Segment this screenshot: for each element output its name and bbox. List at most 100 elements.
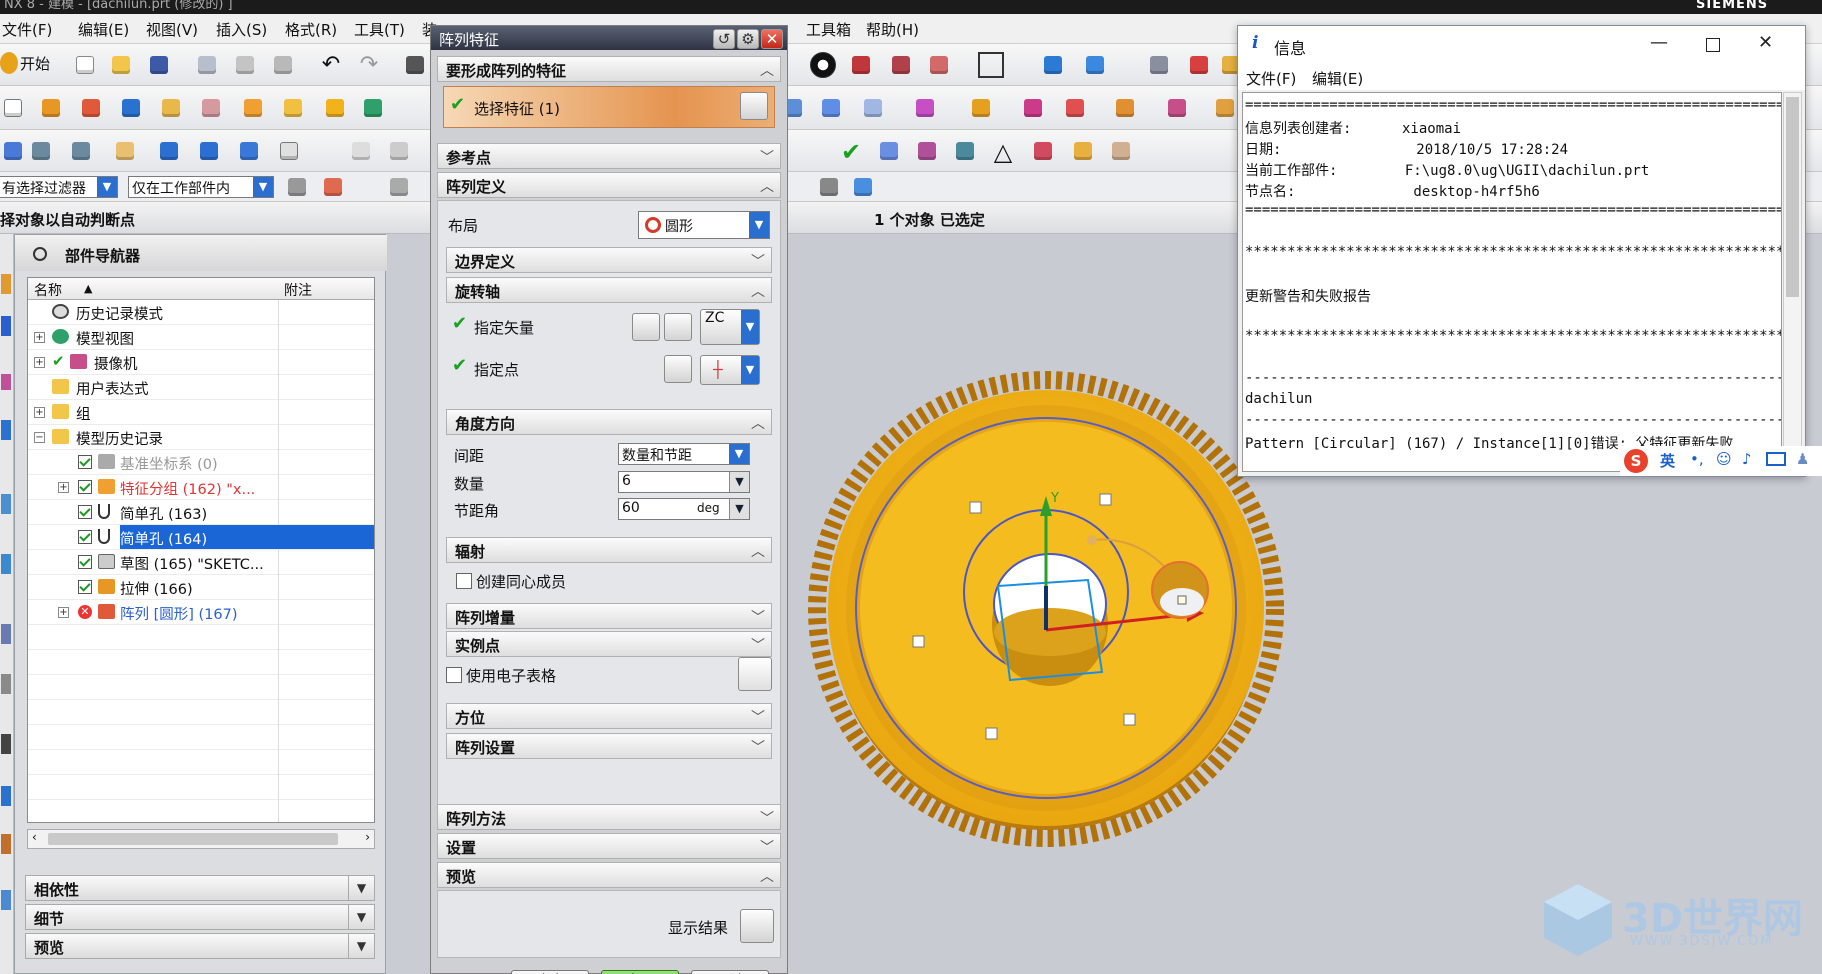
expand-icon[interactable]: + [34, 357, 45, 368]
dropdown-arrow-icon[interactable]: ▼ [741, 310, 759, 344]
shade-mode-icon[interactable] [810, 52, 836, 78]
view-arrow-icon[interactable] [1040, 52, 1066, 78]
tree-row-feature-group[interactable]: + 特征分组 (162) "x... [28, 475, 374, 500]
subtract-icon[interactable] [968, 95, 994, 121]
menu-view[interactable]: 视图(V) [146, 19, 198, 40]
user-icon[interactable]: ♟ [1796, 450, 1809, 468]
visibility-checkbox[interactable] [78, 480, 92, 494]
measure-icon[interactable] [876, 138, 902, 164]
tree-row-sketch-165[interactable]: 草图 (165) "SKETC... [28, 550, 374, 575]
section-preview[interactable]: 预览 ︿ [437, 862, 781, 888]
section-orientation[interactable]: 方位 ﹀ [446, 703, 772, 729]
start-button[interactable]: 开始 [20, 53, 50, 74]
chevron-down-icon[interactable]: ▼ [348, 876, 374, 900]
sketch-icon[interactable] [0, 95, 26, 121]
layout-dropdown[interactable]: 圆形 ▼ [638, 211, 770, 239]
text-icon[interactable] [276, 138, 302, 164]
section-settings[interactable]: 设置 ﹀ [437, 833, 781, 859]
visibility-checkbox[interactable] [78, 530, 92, 544]
microphone-icon[interactable]: ♪ [1742, 450, 1752, 468]
surface-icon[interactable] [386, 138, 412, 164]
chevron-down-icon[interactable]: ﹀ [751, 635, 765, 655]
tools-icon[interactable] [1, 890, 11, 910]
offset-icon[interactable] [1164, 95, 1190, 121]
use-spreadsheet-checkbox[interactable] [446, 667, 462, 683]
curve-icon[interactable] [348, 138, 374, 164]
select-feature-row[interactable]: ✔ 选择特征 (1) [443, 86, 775, 128]
sort-asc-icon[interactable]: ▲ [84, 282, 92, 295]
pattern-icon[interactable] [236, 138, 262, 164]
spreadsheet-icon[interactable] [1030, 138, 1056, 164]
scope-dropdown[interactable]: 仅在工作部件内 ▼ [128, 176, 274, 198]
tree-row-user-expressions[interactable]: 用户表达式 [28, 375, 374, 400]
close-icon[interactable]: ✕ [1758, 32, 1773, 53]
menu-toolbox[interactable]: 工具箱 [806, 19, 851, 40]
layer-icon[interactable] [1146, 52, 1172, 78]
edge-blend-icon[interactable] [112, 138, 138, 164]
grid-plus-icon[interactable] [1070, 138, 1096, 164]
navigator-tree[interactable]: 名称 ▲ 附注 历史记录模式 + 模型视图 + ✔ 摄像机 用户表达式 + 组 [27, 277, 375, 823]
vector-dialog-icon[interactable] [632, 313, 660, 341]
tree-row-datum-csys[interactable]: 基准坐标系 (0) [28, 450, 374, 475]
extrude-icon[interactable] [38, 95, 64, 121]
redo-icon[interactable]: ↷ [356, 52, 382, 78]
cube-red-icon[interactable] [848, 52, 874, 78]
menu-edit[interactable]: 编辑(E) [78, 19, 129, 40]
chevron-down-icon[interactable]: ▼ [348, 934, 374, 958]
command-finder-icon[interactable] [402, 52, 428, 78]
minimize-icon[interactable]: — [1650, 32, 1668, 53]
tree-row-pattern-167[interactable]: + ✕ 阵列 [圆形] (167) [28, 600, 374, 625]
split-icon[interactable] [1112, 95, 1138, 121]
snap-icon[interactable] [320, 174, 346, 200]
section-features-to-pattern[interactable]: 要形成阵列的特征 ︿ [437, 56, 781, 82]
create-concentric-checkbox[interactable] [456, 573, 472, 589]
trim-icon[interactable] [1062, 95, 1088, 121]
wcs-icon[interactable] [1186, 52, 1212, 78]
pitch-angle-input[interactable]: 60 deg ▼ [618, 498, 750, 520]
cut-icon[interactable] [194, 52, 220, 78]
start-icon[interactable] [0, 52, 18, 74]
scroll-thumb[interactable] [48, 833, 338, 845]
expand-icon[interactable]: + [34, 332, 45, 343]
point-icon[interactable] [816, 174, 842, 200]
ok-button[interactable]: 确定 [511, 970, 589, 974]
select-feature-icon[interactable] [740, 92, 768, 120]
count-input[interactable]: 6 ▼ [618, 471, 750, 493]
new-file-icon[interactable] [72, 52, 98, 78]
section-rotation-axis[interactable]: 旋转轴 ︿ [446, 277, 772, 303]
chamfer-icon[interactable] [0, 138, 26, 164]
history-icon[interactable] [1, 420, 11, 440]
section-pattern-method[interactable]: 阵列方法 ﹀ [437, 804, 781, 830]
reset-icon[interactable]: ↺ [713, 29, 735, 49]
select-tool-icon[interactable] [1, 786, 11, 806]
collapse-icon[interactable]: − [34, 432, 45, 443]
cone-icon[interactable] [198, 95, 224, 121]
tree-row-model-views[interactable]: + 模型视图 [28, 325, 374, 350]
navigator-scrollbar[interactable]: ‹ › [27, 829, 375, 849]
vector-reverse-icon[interactable] [664, 313, 692, 341]
expand-icon[interactable]: + [58, 607, 69, 618]
table-icon[interactable] [914, 138, 940, 164]
type-filter-dropdown[interactable]: 有选择过滤器 ▼ [0, 176, 118, 198]
chevron-down-icon[interactable]: ﹀ [751, 251, 765, 271]
clock-icon[interactable] [1, 624, 11, 644]
expand-icon[interactable]: + [34, 407, 45, 418]
scroll-left-icon[interactable]: ‹ [32, 830, 37, 844]
keyboard-icon[interactable] [1766, 452, 1786, 466]
chevron-down-icon[interactable]: ﹀ [760, 837, 774, 857]
expand-icon[interactable]: + [58, 482, 69, 493]
boss-icon[interactable] [280, 95, 306, 121]
tree-row-simple-hole-164[interactable]: 简单孔 (164) [28, 525, 374, 550]
vector-type-dropdown[interactable]: ZC ▼ [700, 309, 760, 345]
spreadsheet-icon[interactable] [738, 657, 772, 691]
emoji-icon[interactable]: ☺ [1716, 450, 1732, 468]
chevron-up-icon[interactable]: ︿ [760, 60, 774, 80]
hole-icon[interactable] [240, 95, 266, 121]
scroll-right-icon[interactable]: › [365, 830, 370, 844]
save-icon[interactable] [146, 52, 172, 78]
cube-small-icon[interactable] [850, 174, 876, 200]
section-dependencies[interactable]: 相依性 ▼ [25, 875, 375, 901]
datum-icon[interactable] [360, 95, 386, 121]
tree-row-groups[interactable]: + 组 [28, 400, 374, 425]
roles-icon[interactable] [1, 374, 11, 390]
